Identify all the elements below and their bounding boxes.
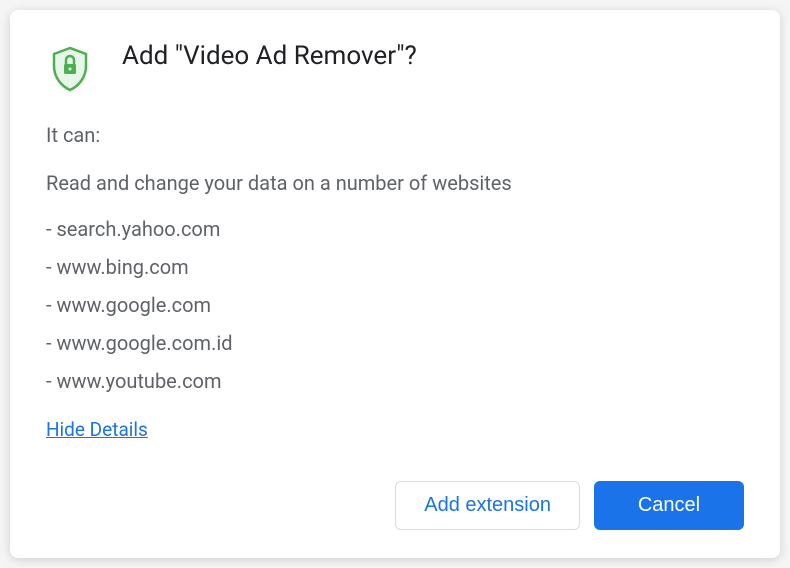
cancel-button[interactable]: Cancel xyxy=(594,481,744,530)
site-item: - search.yahoo.com xyxy=(46,214,744,244)
site-item: - www.youtube.com xyxy=(46,366,744,396)
add-extension-button[interactable]: Add extension xyxy=(395,481,580,530)
site-item: - www.google.com xyxy=(46,290,744,320)
dialog-header: Add "Video Ad Remover"? xyxy=(46,40,744,92)
extension-install-dialog: Add "Video Ad Remover"? It can: Read and… xyxy=(10,10,780,558)
dialog-title: Add "Video Ad Remover"? xyxy=(122,40,417,74)
permission-description: Read and change your data on a number of… xyxy=(46,168,744,198)
site-list: - search.yahoo.com - www.bing.com - www.go… xyxy=(46,214,744,396)
permissions-section: It can: Read and change your data on a n… xyxy=(46,120,744,445)
dialog-buttons: Add extension Cancel xyxy=(46,461,744,530)
site-item: - www.google.com.id xyxy=(46,328,744,358)
it-can-label: It can: xyxy=(46,120,744,150)
site-item: - www.bing.com xyxy=(46,252,744,282)
extension-shield-icon xyxy=(46,44,94,92)
hide-details-link[interactable]: Hide Details xyxy=(46,416,148,445)
